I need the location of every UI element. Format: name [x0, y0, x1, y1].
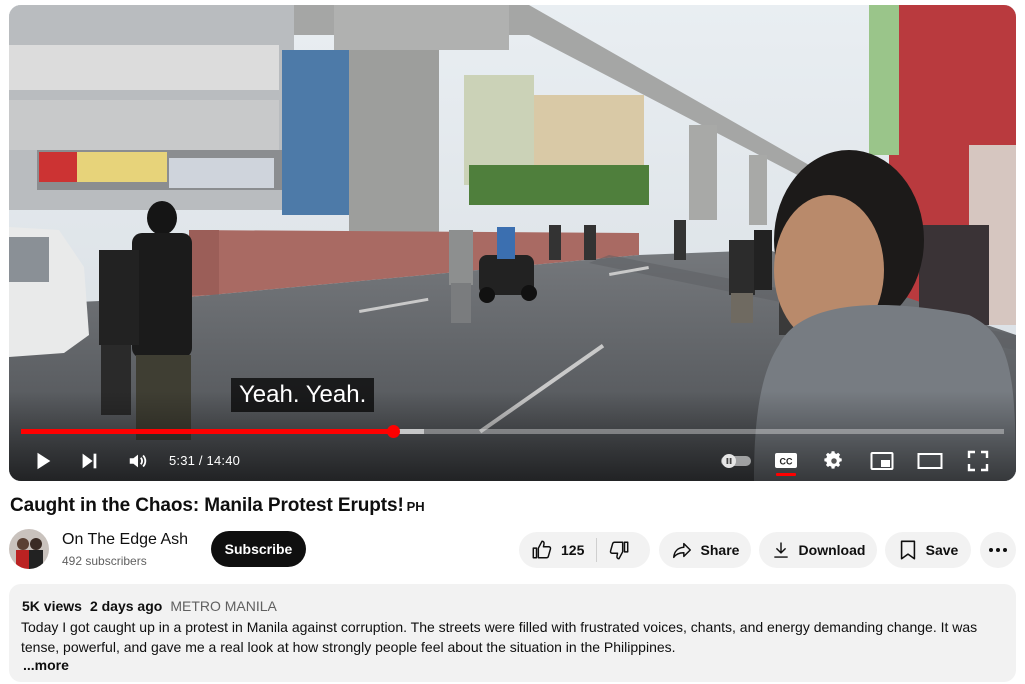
like-button[interactable]: 125	[519, 532, 596, 568]
player-controls: 5:31 / 14:40 CC	[9, 439, 1016, 479]
miniplayer-icon	[870, 452, 894, 470]
save-label: Save	[925, 542, 959, 558]
description-text: Today I got caught up in a protest in Ma…	[21, 619, 978, 655]
upload-date: 2 days ago	[89, 598, 163, 614]
more-horizontal-icon	[989, 548, 1007, 552]
subscriber-count: 492 subscribers	[62, 554, 147, 568]
autoplay-toggle-icon	[721, 454, 751, 468]
play-icon	[37, 452, 51, 470]
like-count: 125	[561, 542, 585, 558]
location-link[interactable]: METRO MANILA	[170, 598, 277, 614]
description-meta: 5K views 2 days ago METRO MANILA	[22, 598, 277, 614]
download-button[interactable]: Download	[759, 532, 877, 568]
channel-avatar[interactable]	[9, 529, 49, 569]
download-icon	[773, 542, 788, 558]
time-display: 5:31 / 14:40	[169, 453, 241, 468]
cc-icon: CC	[775, 453, 797, 468]
next-button[interactable]	[71, 443, 107, 479]
play-button[interactable]	[25, 443, 61, 479]
volume-icon	[129, 454, 147, 468]
download-label: Download	[798, 542, 866, 558]
progress-played	[21, 429, 393, 434]
volume-button[interactable]	[120, 443, 156, 479]
fullscreen-icon	[967, 450, 989, 472]
captions-button[interactable]: CC	[768, 443, 804, 479]
channel-name[interactable]: On The Edge Ash	[62, 531, 188, 549]
video-title-text: Caught in the Chaos: Manila Protest Erup…	[10, 495, 404, 516]
subtitle-caption: Yeah. Yeah.	[231, 378, 375, 412]
share-icon	[672, 542, 691, 559]
video-player[interactable]: Yeah. Yeah. 5:31 / 14:40 CC	[9, 5, 1016, 481]
thumbs-up-icon	[532, 540, 552, 559]
miniplayer-button[interactable]	[864, 443, 900, 479]
captions-active-indicator	[776, 473, 796, 476]
bookmark-icon	[900, 540, 915, 560]
thumbs-down-icon	[610, 541, 629, 560]
progress-scrubber[interactable]	[386, 425, 400, 438]
share-button[interactable]: Share	[659, 532, 751, 568]
settings-button[interactable]	[816, 443, 852, 479]
like-dislike-group: 125	[519, 532, 650, 568]
dislike-button[interactable]	[597, 532, 641, 568]
gear-icon	[824, 451, 842, 469]
avatar-image	[9, 529, 49, 569]
description-box[interactable]: 5K views 2 days ago METRO MANILA Today I g…	[9, 584, 1016, 682]
show-more-link[interactable]: ...more	[23, 657, 69, 673]
subscribe-button[interactable]: Subscribe	[211, 531, 306, 567]
autoplay-toggle[interactable]	[716, 443, 756, 479]
progress-bar[interactable]	[21, 425, 1004, 438]
view-count: 5K views	[22, 598, 82, 614]
share-label: Share	[700, 542, 740, 558]
svg-text:CC: CC	[780, 457, 793, 467]
video-title: Caught in the Chaos: Manila Protest Erup…	[10, 495, 425, 517]
video-title-suffix: PH	[406, 499, 425, 514]
more-actions-button[interactable]	[980, 532, 1016, 568]
fullscreen-button[interactable]	[960, 443, 996, 479]
theater-mode-icon	[917, 453, 943, 469]
save-button[interactable]: Save	[885, 532, 971, 568]
theater-mode-button[interactable]	[912, 443, 948, 479]
next-icon	[82, 453, 97, 469]
